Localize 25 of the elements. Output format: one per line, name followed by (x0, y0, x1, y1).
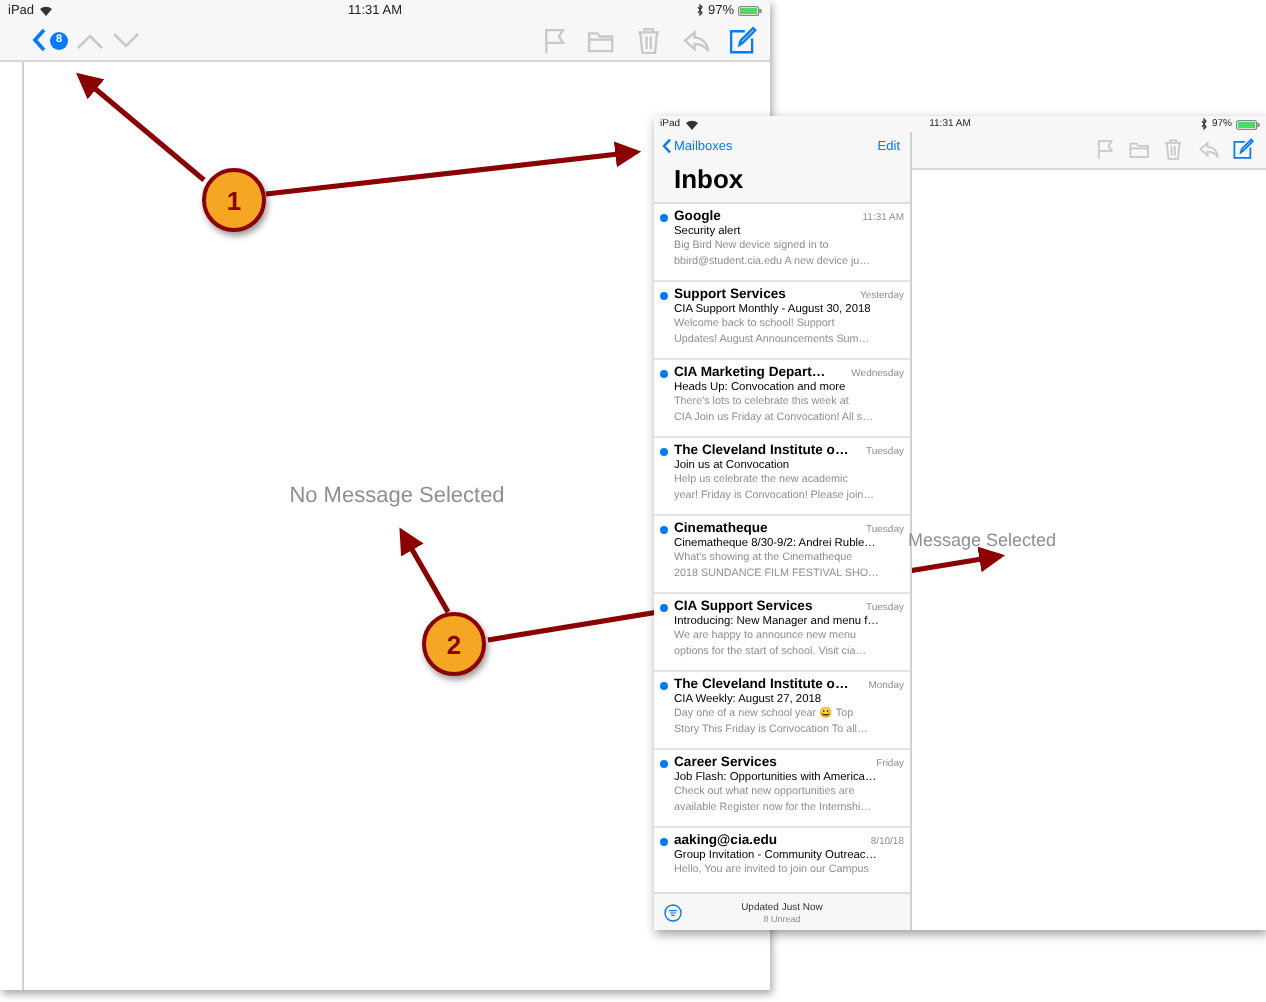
battery-icon (1235, 119, 1260, 129)
folder-icon (1128, 138, 1151, 162)
reply-icon (681, 25, 711, 55)
reply-icon (1197, 138, 1220, 162)
flag-icon (539, 25, 569, 55)
trash-icon (1162, 138, 1186, 162)
empty-message-text: Message Selected (908, 530, 1057, 550)
empty-message-text: No Message Selected (289, 484, 505, 508)
inbox-title: Inbox (654, 160, 910, 204)
wifi-icon (38, 4, 55, 16)
bluetooth-icon (695, 4, 704, 16)
compose-icon (1231, 138, 1254, 162)
chevron-down-icon[interactable] (112, 31, 140, 49)
chevron-up-icon[interactable] (76, 31, 104, 49)
battery-icon (737, 5, 762, 15)
arrow (76, 72, 206, 182)
chevron-left-icon (662, 138, 672, 154)
filter-icon[interactable] (664, 903, 682, 921)
flag-icon (1094, 138, 1117, 162)
chevron-left-icon (32, 28, 46, 52)
compose-icon (728, 25, 758, 55)
wifi-icon (684, 118, 701, 130)
bluetooth-icon (1199, 118, 1208, 130)
trash-icon (633, 25, 664, 55)
arrow (399, 527, 451, 614)
